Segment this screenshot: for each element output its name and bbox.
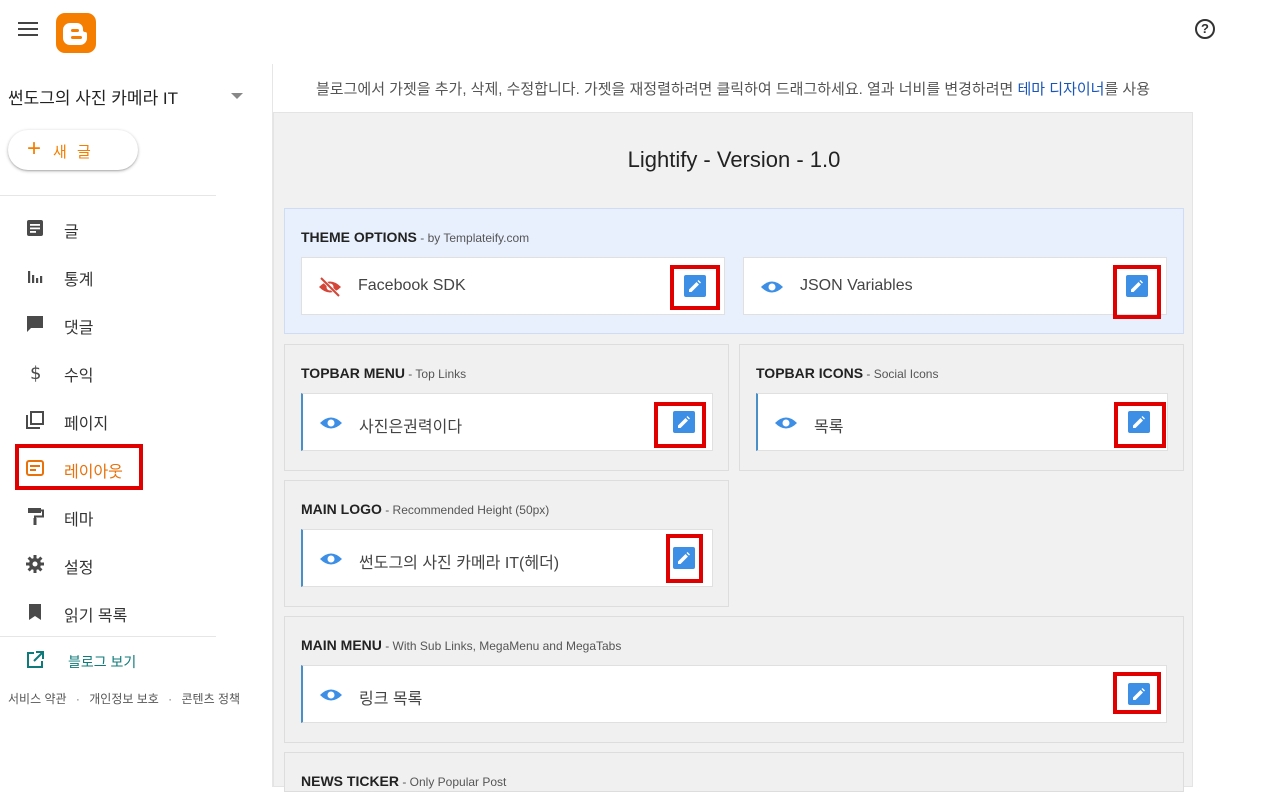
section-main-logo: MAIN LOGO - Recommended Height (50px) 썬도… — [284, 480, 729, 607]
eye-icon — [320, 553, 342, 565]
sidebar-item-label: 설정 — [64, 560, 94, 577]
plus-icon: + — [27, 135, 42, 162]
sidebar-item-label: 통계 — [64, 272, 94, 289]
new-post-label: 새 글 — [53, 144, 94, 161]
section-subtitle: - With Sub Links, MegaMenu and MegaTabs — [381, 639, 622, 653]
edit-highlight-annotation — [670, 265, 720, 310]
section-subtitle: - by Templateify.com — [416, 231, 530, 245]
section-subtitle: - Recommended Height (50px) — [381, 503, 550, 517]
sidebar-item-label: 수익 — [64, 368, 94, 385]
privacy-link[interactable]: 개인정보 보호 — [89, 692, 159, 706]
section-title: THEME OPTIONS - by Templateify.com — [301, 229, 529, 245]
eye-icon — [320, 689, 342, 701]
new-post-button[interactable]: + 새 글 — [8, 130, 138, 170]
external-link-icon — [27, 651, 44, 668]
gadget-name: 사진은권력이다 — [359, 419, 463, 436]
edit-highlight-annotation — [1114, 402, 1166, 448]
posts-icon — [27, 220, 43, 236]
sidebar-item-pages[interactable]: 페이지 — [0, 400, 216, 440]
sidebar-divider — [0, 195, 216, 196]
gadget-name: JSON Variables — [800, 277, 913, 294]
section-subtitle: - Social Icons — [863, 367, 939, 381]
view-blog-label: 블로그 보기 — [68, 654, 137, 670]
layout-highlight-annotation — [15, 444, 143, 490]
eye-off-icon — [319, 277, 341, 297]
footer-links: 서비스 약관 · 개인정보 보호 · 콘텐츠 정책 — [8, 690, 240, 707]
gadget-name: Facebook SDK — [358, 277, 466, 294]
stats-icon — [28, 271, 43, 283]
section-title-text: THEME OPTIONS — [301, 229, 417, 245]
sidebar-item-label: 댓글 — [64, 320, 94, 337]
layout-hint: 블로그에서 가젯을 추가, 삭제, 수정합니다. 가젯을 재정렬하려면 클릭하여… — [316, 78, 1263, 99]
sidebar-item-label: 페이지 — [64, 416, 109, 433]
section-subtitle: - Top Links — [404, 367, 467, 381]
section-title-text: MAIN MENU — [301, 637, 382, 653]
blogger-logo-icon[interactable] — [56, 13, 96, 53]
section-main-menu: MAIN MENU - With Sub Links, MegaMenu and… — [284, 616, 1184, 743]
help-circle-icon[interactable]: ? — [1195, 19, 1215, 39]
sidebar-item-label: 글 — [64, 224, 79, 241]
hamburger-icon[interactable] — [18, 22, 38, 38]
top-app-bar: ? — [0, 0, 1263, 64]
sidebar-divider — [0, 636, 216, 637]
comments-icon — [27, 316, 43, 332]
paint-roller-icon — [28, 508, 44, 525]
content-policy-link[interactable]: 콘텐츠 정책 — [182, 692, 241, 706]
view-blog-link[interactable]: 블로그 보기 — [0, 644, 216, 676]
edit-highlight-annotation — [1113, 265, 1161, 319]
layout-canvas: Lightify - Version - 1.0 THEME OPTIONS -… — [273, 112, 1193, 792]
sidebar: 썬도그의 사진 카메라 IT + 새 글 글 통계 댓글 $ 수익 페이지 레이… — [0, 64, 273, 787]
bookmark-icon — [29, 604, 41, 620]
sidebar-item-reading-list[interactable]: 읽기 목록 — [0, 592, 216, 632]
section-title-text: TOPBAR ICONS — [756, 365, 864, 381]
sidebar-item-stats[interactable]: 통계 — [0, 256, 216, 296]
section-title: MAIN MENU - With Sub Links, MegaMenu and… — [301, 637, 621, 653]
sidebar-item-label: 읽기 목록 — [64, 608, 128, 625]
sidebar-item-comments[interactable]: 댓글 — [0, 304, 216, 344]
blog-selector[interactable]: 썬도그의 사진 카메라 IT — [8, 84, 248, 108]
blog-name: 썬도그의 사진 카메라 IT — [8, 89, 179, 108]
gadget-social-icons[interactable]: 목록 — [756, 393, 1168, 451]
gadget-top-links[interactable]: 사진은권력이다 — [301, 393, 713, 451]
section-title: TOPBAR MENU - Top Links — [301, 365, 466, 381]
section-title: MAIN LOGO - Recommended Height (50px) — [301, 501, 549, 517]
gear-icon — [26, 555, 44, 573]
sidebar-item-theme[interactable]: 테마 — [0, 496, 216, 536]
section-news-ticker: NEWS TICKER - Only Popular Post — [284, 752, 1184, 792]
gadget-link-list[interactable]: 링크 목록 — [301, 665, 1167, 723]
gadget-json-variables[interactable]: JSON Variables — [743, 257, 1167, 315]
edit-highlight-annotation — [666, 534, 703, 583]
hint-text: 블로그에서 가젯을 추가, 삭제, 수정합니다. 가젯을 재정렬하려면 클릭하여… — [316, 81, 1018, 98]
sidebar-item-label: 테마 — [64, 512, 94, 529]
edit-highlight-annotation — [654, 402, 706, 448]
sidebar-item-earnings[interactable]: $ 수익 — [0, 352, 216, 392]
section-theme-options: THEME OPTIONS - by Templateify.com Faceb… — [284, 208, 1184, 334]
eye-icon — [320, 417, 342, 429]
dropdown-caret-icon — [231, 93, 243, 99]
footer-separator: · — [75, 692, 80, 706]
section-title: TOPBAR ICONS - Social Icons — [756, 365, 938, 381]
hint-suffix: 를 사용 — [1104, 81, 1151, 98]
eye-icon — [761, 281, 783, 293]
gadget-header[interactable]: 썬도그의 사진 카메라 IT(헤더) — [301, 529, 713, 587]
gadget-name: 썬도그의 사진 카메라 IT(헤더) — [359, 555, 560, 572]
section-title-text: MAIN LOGO — [301, 501, 382, 517]
gadget-name: 목록 — [814, 419, 844, 436]
eye-icon — [775, 417, 797, 429]
pages-icon — [26, 411, 44, 429]
sidebar-item-posts[interactable]: 글 — [0, 208, 216, 248]
gadget-name: 링크 목록 — [359, 691, 423, 708]
sidebar-item-settings[interactable]: 설정 — [0, 544, 216, 584]
theme-designer-link[interactable]: 테마 디자이너 — [1017, 81, 1104, 98]
footer-separator: · — [168, 692, 173, 706]
template-title: Lightify - Version - 1.0 — [627, 147, 841, 172]
edit-highlight-annotation — [1113, 672, 1161, 714]
gadget-facebook-sdk[interactable]: Facebook SDK — [301, 257, 725, 315]
section-title-text: TOPBAR MENU — [301, 365, 405, 381]
dollar-icon: $ — [30, 363, 41, 382]
terms-link[interactable]: 서비스 약관 — [8, 692, 67, 706]
svg-text:$: $ — [30, 363, 41, 382]
